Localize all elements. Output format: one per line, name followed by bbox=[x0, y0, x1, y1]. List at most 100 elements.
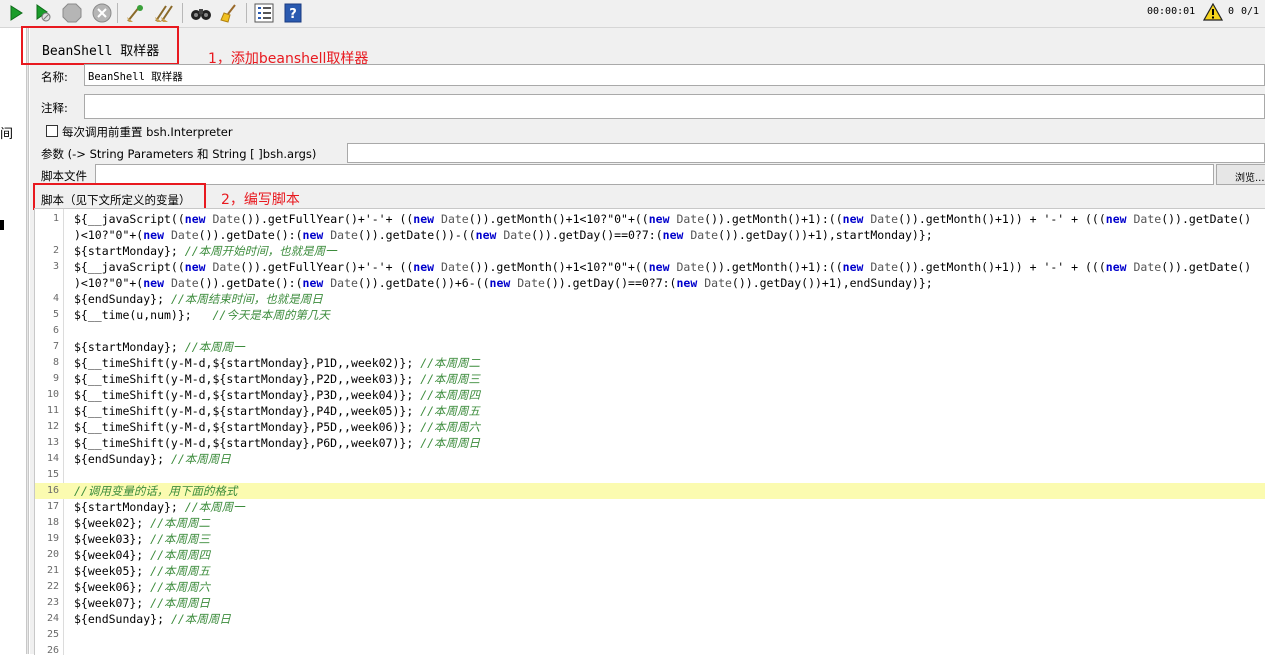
start-button[interactable] bbox=[5, 2, 27, 24]
line-number: 2 bbox=[52, 245, 59, 256]
code-text: ${__timeShift(y-M-d,${startMonday},P6D,,… bbox=[74, 436, 481, 450]
code-text: ${__timeShift(y-M-d,${startMonday},P4D,,… bbox=[74, 404, 481, 418]
line-number: 3 bbox=[52, 261, 59, 272]
code-line[interactable]: 19 ${week03}; //本周周三 bbox=[35, 531, 1265, 547]
warning-count: 0 bbox=[1228, 6, 1235, 17]
line-number: 25 bbox=[46, 629, 59, 640]
code-line[interactable]: 18 ${week02}; //本周周二 bbox=[35, 515, 1265, 531]
code-text: ${__javaScript((new Date()).getFullYear(… bbox=[74, 260, 1252, 274]
code-text: //调用变量的话，用下面的格式 bbox=[74, 484, 238, 498]
code-line[interactable]: 23 ${week07}; //本周周日 bbox=[35, 595, 1265, 611]
code-line[interactable]: )<10?"0"+(new Date()).getDate():(new Dat… bbox=[35, 275, 1265, 291]
code-line[interactable]: 5 ${__time(u,num)}; //今天是本周的第几天 bbox=[35, 307, 1265, 323]
code-text: ${endSunday}; //本周周日 bbox=[74, 452, 231, 466]
code-line[interactable]: 14 ${endSunday}; //本周周日 bbox=[35, 451, 1265, 467]
script-code-area[interactable]: 1 ${__javaScript((new Date()).getFullYear… bbox=[35, 211, 1265, 655]
script-editor[interactable]: 1 ${__javaScript((new Date()).getFullYear… bbox=[34, 208, 1265, 655]
stop-icon bbox=[62, 3, 82, 23]
function-helper-icon bbox=[254, 3, 274, 23]
script-file-label: 脚本文件 bbox=[41, 169, 87, 183]
line-number: 10 bbox=[46, 389, 59, 400]
code-line[interactable]: 16 //调用变量的话，用下面的格式 bbox=[35, 483, 1265, 499]
code-text: ${startMonday}; //本周开始时间，也就是周一 bbox=[74, 244, 337, 258]
stop-button[interactable] bbox=[61, 2, 83, 24]
code-line[interactable]: 4 ${endSunday}; //本周结束时间，也就是周日 bbox=[35, 291, 1265, 307]
code-text: ${__timeShift(y-M-d,${startMonday},P3D,,… bbox=[74, 388, 481, 402]
code-text: ${startMonday}; //本周周一 bbox=[74, 340, 245, 354]
shutdown-button[interactable] bbox=[91, 2, 113, 24]
reset-search-button[interactable] bbox=[219, 2, 241, 24]
parameters-input[interactable] bbox=[347, 143, 1265, 163]
code-line[interactable]: 11 ${__timeShift(y-M-d,${startMonday},P4D… bbox=[35, 403, 1265, 419]
line-number: 23 bbox=[46, 597, 59, 608]
highlight-box-title bbox=[21, 26, 179, 65]
line-number: 13 bbox=[46, 437, 59, 448]
elapsed-timer: 00:00:01 bbox=[1147, 6, 1196, 17]
code-line[interactable]: 7 ${startMonday}; //本周周一 bbox=[35, 339, 1265, 355]
code-line[interactable]: 13 ${__timeShift(y-M-d,${startMonday},P6D… bbox=[35, 435, 1265, 451]
code-text: ${__timeShift(y-M-d,${startMonday},P5D,,… bbox=[74, 420, 481, 434]
annotation-step-2: 2，编写脚本 bbox=[221, 192, 300, 208]
parameters-label: 参数 (-> String Parameters 和 String [ ]bsh… bbox=[41, 147, 317, 161]
warning-icon[interactable] bbox=[1202, 2, 1224, 24]
tree-node-label-fragment[interactable]: 间 bbox=[0, 123, 13, 142]
line-number: 12 bbox=[46, 421, 59, 432]
line-number: 24 bbox=[46, 613, 59, 624]
reset-interpreter-checkbox[interactable] bbox=[46, 125, 58, 137]
code-line[interactable]: 20 ${week04}; //本周周四 bbox=[35, 547, 1265, 563]
toolbar-separator bbox=[117, 3, 118, 23]
comment-label: 注释: bbox=[41, 101, 68, 115]
reset-interpreter-label: 每次调用前重置 bsh.Interpreter bbox=[62, 125, 233, 139]
code-line[interactable]: 6 bbox=[35, 323, 1265, 339]
code-line[interactable]: 12 ${__timeShift(y-M-d,${startMonday},P5D… bbox=[35, 419, 1265, 435]
code-text: ${endSunday}; //本周结束时间，也就是周日 bbox=[74, 292, 323, 306]
line-number: 14 bbox=[46, 453, 59, 464]
code-line[interactable]: 24 ${endSunday}; //本周周日 bbox=[35, 611, 1265, 627]
line-number: 7 bbox=[52, 341, 59, 352]
script-file-input[interactable] bbox=[95, 164, 1214, 185]
code-text: ${week04}; //本周周四 bbox=[74, 548, 211, 562]
toolbar-separator bbox=[182, 3, 183, 23]
code-text: ${week06}; //本周周六 bbox=[74, 580, 211, 594]
code-line[interactable]: 10 ${__timeShift(y-M-d,${startMonday},P3D… bbox=[35, 387, 1265, 403]
code-line[interactable]: 25 bbox=[35, 627, 1265, 643]
code-line[interactable]: 2 ${startMonday}; //本周开始时间，也就是周一 bbox=[35, 243, 1265, 259]
code-line[interactable]: 9 ${__timeShift(y-M-d,${startMonday},P2D,… bbox=[35, 371, 1265, 387]
shutdown-icon bbox=[92, 3, 112, 23]
svg-text:?: ? bbox=[289, 7, 297, 22]
function-helper-button[interactable] bbox=[253, 2, 275, 24]
split-pane-divider[interactable] bbox=[26, 28, 29, 654]
active-thread-count: 0/1 bbox=[1241, 6, 1260, 17]
code-line[interactable]: 3 ${__javaScript((new Date()).getFullYear… bbox=[35, 259, 1265, 275]
code-line[interactable]: 1 ${__javaScript((new Date()).getFullYear… bbox=[35, 211, 1265, 227]
line-number: 1 bbox=[52, 213, 59, 224]
code-text: ${__timeShift(y-M-d,${startMonday},P1D,,… bbox=[74, 356, 481, 370]
comment-input[interactable] bbox=[84, 94, 1265, 119]
line-number: 5 bbox=[52, 309, 59, 320]
browse-button[interactable]: 浏览... bbox=[1216, 164, 1265, 185]
code-line[interactable]: 21 ${week05}; //本周周五 bbox=[35, 563, 1265, 579]
code-line[interactable]: 15 bbox=[35, 467, 1265, 483]
line-number: 17 bbox=[46, 501, 59, 512]
line-number: 21 bbox=[46, 565, 59, 576]
code-line[interactable]: )<10?"0"+(new Date()).getDate():(new Dat… bbox=[35, 227, 1265, 243]
line-number: 9 bbox=[52, 373, 59, 384]
reset-search-broom-icon bbox=[220, 4, 236, 23]
code-text: ${week05}; //本周周五 bbox=[74, 564, 211, 578]
code-line[interactable]: 17 ${startMonday}; //本周周一 bbox=[35, 499, 1265, 515]
clear-all-button[interactable] bbox=[153, 2, 175, 24]
clear-button[interactable] bbox=[124, 2, 146, 24]
start-no-pause-icon bbox=[36, 4, 51, 22]
line-number: 6 bbox=[52, 325, 59, 336]
help-button[interactable]: ? bbox=[282, 2, 304, 24]
code-line[interactable]: 26 bbox=[35, 643, 1265, 655]
start-no-pause-button[interactable] bbox=[32, 2, 54, 24]
code-line[interactable]: 8 ${__timeShift(y-M-d,${startMonday},P1D,… bbox=[35, 355, 1265, 371]
code-line[interactable]: 22 ${week06}; //本周周六 bbox=[35, 579, 1265, 595]
name-input[interactable]: BeanShell 取样器 bbox=[84, 64, 1265, 86]
help-icon: ? bbox=[284, 3, 302, 23]
test-plan-tree[interactable]: 间 bbox=[0, 28, 26, 654]
line-number: 19 bbox=[46, 533, 59, 544]
line-number: 11 bbox=[46, 405, 59, 416]
search-button[interactable] bbox=[190, 2, 212, 24]
